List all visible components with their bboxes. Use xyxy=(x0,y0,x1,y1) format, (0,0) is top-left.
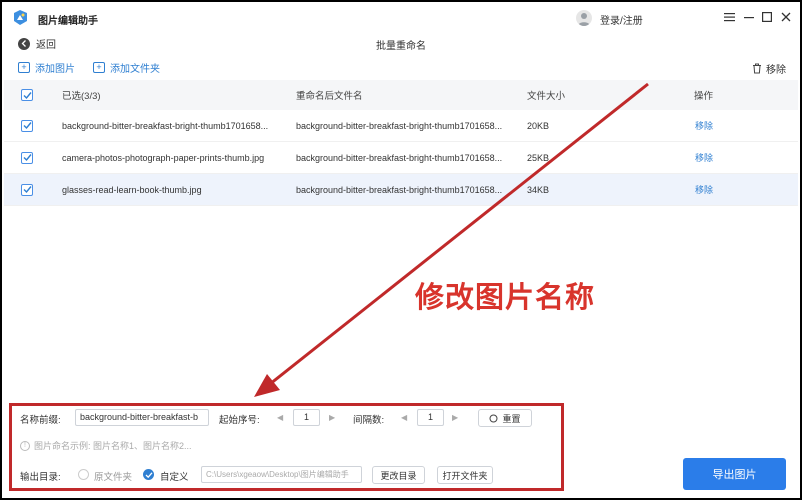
increment-start-icon[interactable]: ▶ xyxy=(329,413,335,422)
file-size: 25KB xyxy=(527,152,550,163)
table-row[interactable]: background-bitter-breakfast-bright-thumb… xyxy=(4,110,798,142)
decrement-interval-icon[interactable]: ◀ xyxy=(401,413,407,422)
refresh-icon xyxy=(489,414,498,422)
remove-label: 移除 xyxy=(766,65,786,76)
row-checkbox[interactable] xyxy=(21,142,33,173)
option-custom-label: 自定义 xyxy=(160,472,189,483)
maximize-icon xyxy=(762,12,772,22)
app-window: 图片编辑助手 登录/注册 返回 批量重命名 + 添加图片 + 添加文件夹 移除 … xyxy=(2,2,800,498)
original-filename: background-bitter-breakfast-bright-thumb… xyxy=(62,120,269,131)
table-row[interactable]: camera-photos-photograph-paper-prints-th… xyxy=(4,142,798,174)
login-link[interactable]: 登录/注册 xyxy=(600,12,643,27)
file-size: 20KB xyxy=(527,120,550,131)
row-remove-link[interactable]: 移除 xyxy=(695,110,713,141)
open-folder-button[interactable]: 打开文件夹 xyxy=(437,466,493,484)
toolbar: + 添加图片 + 添加文件夹 移除 xyxy=(2,56,800,80)
app-logo-icon xyxy=(14,10,27,25)
table-row[interactable]: glasses-read-learn-book-thumb.jpg backgr… xyxy=(4,174,798,206)
trash-icon xyxy=(753,63,761,74)
rename-settings-panel: 名称前缀: background-bitter-breakfast-b 起始序号… xyxy=(9,403,564,491)
add-image-label: 添加图片 xyxy=(35,64,75,75)
header-size: 文件大小 xyxy=(527,91,566,102)
add-folder-label: 添加文件夹 xyxy=(110,64,160,75)
annotation-text: 修改图片名称 xyxy=(415,282,596,314)
hint-text: 图片命名示例: 图片名称1、图片名称2... xyxy=(34,441,192,451)
output-path-input[interactable]: C:\Users\xgeaow\Desktop\图片编辑助手 xyxy=(201,466,362,483)
title-bar: 图片编辑助手 登录/注册 xyxy=(2,2,800,32)
add-folder-button[interactable]: + 添加文件夹 xyxy=(93,60,160,75)
row-checkbox[interactable] xyxy=(21,110,33,141)
avatar[interactable] xyxy=(576,10,592,26)
renamed-filename: background-bitter-breakfast-bright-thumb… xyxy=(296,152,503,163)
folder-plus-icon: + xyxy=(93,62,105,73)
header-selected: 已选(3/3) xyxy=(62,91,101,102)
radio-custom-folder[interactable] xyxy=(143,469,154,480)
reset-button[interactable]: 重置 xyxy=(478,409,532,427)
file-size: 34KB xyxy=(527,184,550,195)
renamed-filename: background-bitter-breakfast-bright-thumb… xyxy=(296,184,503,195)
info-icon: ! xyxy=(20,440,30,451)
file-table: 已选(3/3) 重命名后文件名 文件大小 操作 background-bitte… xyxy=(4,80,798,206)
prefix-input[interactable]: background-bitter-breakfast-b xyxy=(75,409,209,426)
interval-label: 间隔数: xyxy=(353,415,385,426)
export-images-button[interactable]: 导出图片 xyxy=(683,458,786,490)
page-title: 批量重命名 xyxy=(376,41,426,52)
start-index-label: 起始序号: xyxy=(219,415,260,426)
change-directory-button[interactable]: 更改目录 xyxy=(372,466,425,484)
remove-button[interactable]: 移除 xyxy=(752,61,786,76)
minimize-button[interactable] xyxy=(740,8,758,26)
decrement-start-icon[interactable]: ◀ xyxy=(277,413,283,422)
increment-interval-icon[interactable]: ▶ xyxy=(452,413,458,422)
row-remove-link[interactable]: 移除 xyxy=(695,142,713,173)
nav-bar: 返回 批量重命名 xyxy=(2,32,800,54)
user-icon xyxy=(578,13,590,26)
renamed-filename: background-bitter-breakfast-bright-thumb… xyxy=(296,120,503,131)
add-image-button[interactable]: + 添加图片 xyxy=(18,60,75,75)
header-renamed: 重命名后文件名 xyxy=(296,91,363,102)
select-all-checkbox[interactable] xyxy=(21,80,33,110)
naming-hint: ! 图片命名示例: 图片名称1、图片名称2... xyxy=(20,439,192,452)
close-button[interactable] xyxy=(777,8,795,26)
original-filename: glasses-read-learn-book-thumb.jpg xyxy=(62,184,202,195)
radio-original-folder[interactable] xyxy=(78,469,89,480)
plus-icon: + xyxy=(18,62,30,73)
table-header: 已选(3/3) 重命名后文件名 文件大小 操作 xyxy=(4,80,798,110)
original-filename: camera-photos-photograph-paper-prints-th… xyxy=(62,152,265,163)
reset-label: 重置 xyxy=(502,413,521,424)
start-index-input[interactable]: 1 xyxy=(293,409,320,426)
row-remove-link[interactable]: 移除 xyxy=(695,174,713,205)
minimize-icon xyxy=(744,17,754,19)
row-checkbox[interactable] xyxy=(21,174,33,205)
app-title: 图片编辑助手 xyxy=(38,16,98,27)
prefix-label: 名称前缀: xyxy=(20,415,61,426)
maximize-button[interactable] xyxy=(758,8,776,26)
interval-input[interactable]: 1 xyxy=(417,409,444,426)
output-dir-label: 输出目录: xyxy=(20,472,61,483)
option-original-label: 原文件夹 xyxy=(94,472,133,483)
header-action: 操作 xyxy=(694,91,714,102)
hamburger-icon xyxy=(723,13,735,22)
menu-button[interactable] xyxy=(720,8,738,26)
close-icon xyxy=(781,12,791,22)
